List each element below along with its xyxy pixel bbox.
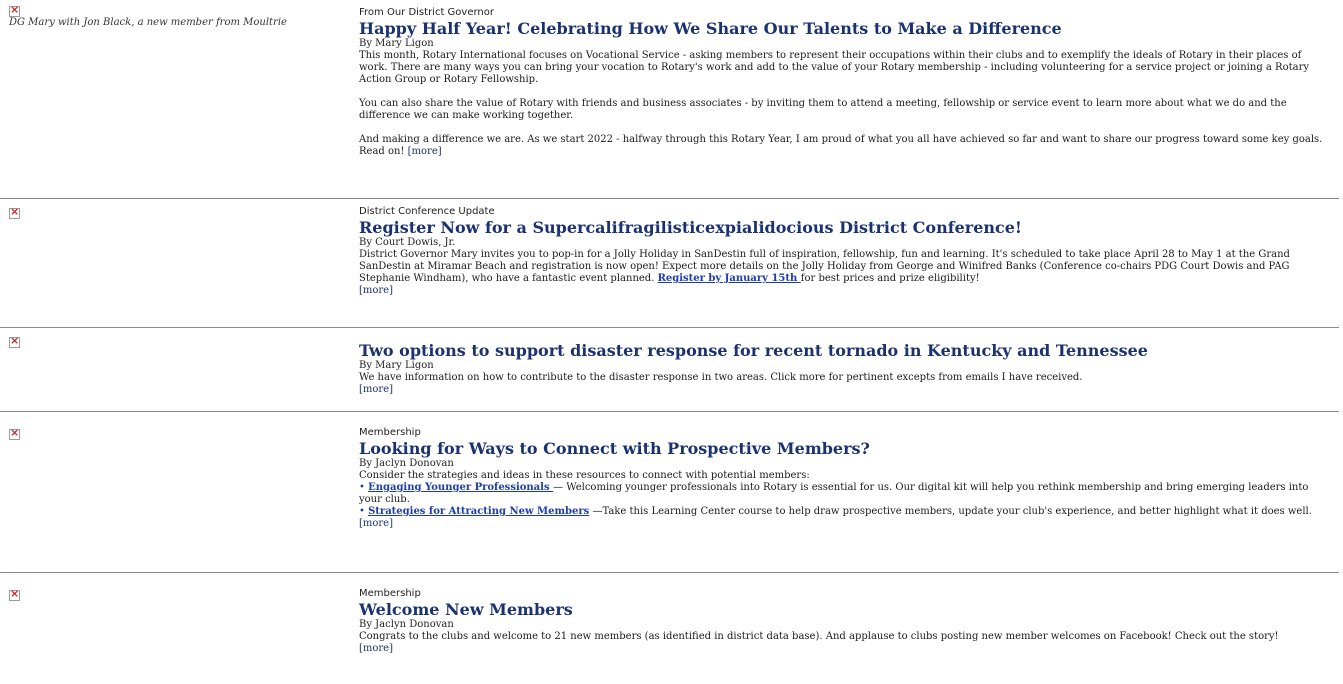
article-thumbnail: [9, 205, 339, 219]
broken-image-icon[interactable]: [9, 3, 20, 17]
article-byline: By Court Dowis, Jr.: [359, 237, 456, 248]
article-content: Membership Welcome New Members By Jaclyn…: [359, 573, 1331, 655]
article-content: Membership Looking for Ways to Connect w…: [359, 412, 1331, 530]
bullet-icon: •: [359, 482, 369, 493]
article-thumbnail: [9, 587, 339, 601]
article-happy-half-year: DG Mary with Jon Black, a new member fro…: [0, 0, 1339, 199]
more-link[interactable]: [more]: [359, 384, 393, 395]
article-body: District Governor Mary invites you to po…: [359, 249, 1331, 285]
article-district-conference: District Conference Update Register Now …: [0, 199, 1339, 328]
section-label: From Our District Governor: [359, 7, 494, 18]
image-caption: DG Mary with Jon Black, a new member fro…: [9, 17, 287, 28]
article-content: District Conference Update Register Now …: [359, 199, 1331, 297]
register-link[interactable]: Register by January 15th: [658, 273, 801, 284]
section-label: District Conference Update: [359, 206, 495, 217]
article-headline[interactable]: Welcome New Members: [359, 600, 1331, 619]
article-byline: By Jaclyn Donovan: [359, 619, 454, 630]
article-body-text: for best prices and prize eligibility!: [800, 273, 980, 284]
article-headline[interactable]: Register Now for a Supercalifragilistice…: [359, 218, 1331, 237]
section-label: Membership: [359, 588, 421, 599]
article-intro: Consider the strategies and ideas in the…: [359, 470, 810, 481]
article-content: From Our District Governor Happy Half Ye…: [359, 0, 1331, 158]
more-link[interactable]: [more]: [408, 146, 442, 157]
article-headline[interactable]: Two options to support disaster response…: [359, 341, 1331, 360]
article-prospective-members: Membership Looking for Ways to Connect w…: [0, 412, 1339, 573]
broken-image-icon[interactable]: [9, 334, 20, 348]
resource-list-item: • Engaging Younger Professionals — Welco…: [359, 482, 1331, 506]
more-link[interactable]: [more]: [359, 643, 393, 654]
broken-image-icon[interactable]: [9, 205, 20, 219]
article-paragraph: This month, Rotary International focuses…: [359, 50, 1309, 85]
article-headline[interactable]: Happy Half Year! Celebrating How We Shar…: [359, 19, 1331, 38]
broken-image-icon[interactable]: [9, 587, 20, 601]
resource-description: —Take this Learning Center course to hel…: [589, 506, 1312, 517]
article-thumbnail: DG Mary with Jon Black, a new member fro…: [9, 3, 339, 29]
article-paragraph: And making a difference we are. As we st…: [359, 134, 1331, 158]
section-label: Membership: [359, 427, 421, 438]
article-tornado-support: Two options to support disaster response…: [0, 328, 1339, 412]
article-body: We have information on how to contribute…: [359, 372, 1083, 383]
article-headline[interactable]: Looking for Ways to Connect with Prospec…: [359, 439, 1331, 458]
more-link[interactable]: [more]: [359, 518, 393, 529]
broken-image-icon[interactable]: [9, 426, 20, 440]
article-welcome-new-members: Membership Welcome New Members By Jaclyn…: [0, 573, 1339, 684]
more-link[interactable]: [more]: [359, 285, 393, 296]
engaging-younger-professionals-link[interactable]: Engaging Younger Professionals: [368, 482, 553, 493]
article-thumbnail: [9, 426, 339, 440]
article-body: Congrats to the clubs and welcome to 21 …: [359, 631, 1279, 642]
article-paragraph-text: And making a difference we are. As we st…: [359, 134, 1323, 157]
article-byline: By Jaclyn Donovan: [359, 458, 454, 469]
article-paragraph: You can also share the value of Rotary w…: [359, 98, 1287, 121]
article-byline: By Mary Ligon: [359, 38, 434, 49]
resource-list-item: • Strategies for Attracting New Members …: [359, 506, 1331, 518]
article-content: Two options to support disaster response…: [359, 328, 1331, 396]
article-byline: By Mary Ligon: [359, 360, 434, 371]
article-thumbnail: [9, 334, 339, 348]
bullet-icon: •: [359, 506, 369, 517]
attracting-new-members-link[interactable]: Strategies for Attracting New Members: [368, 506, 589, 517]
